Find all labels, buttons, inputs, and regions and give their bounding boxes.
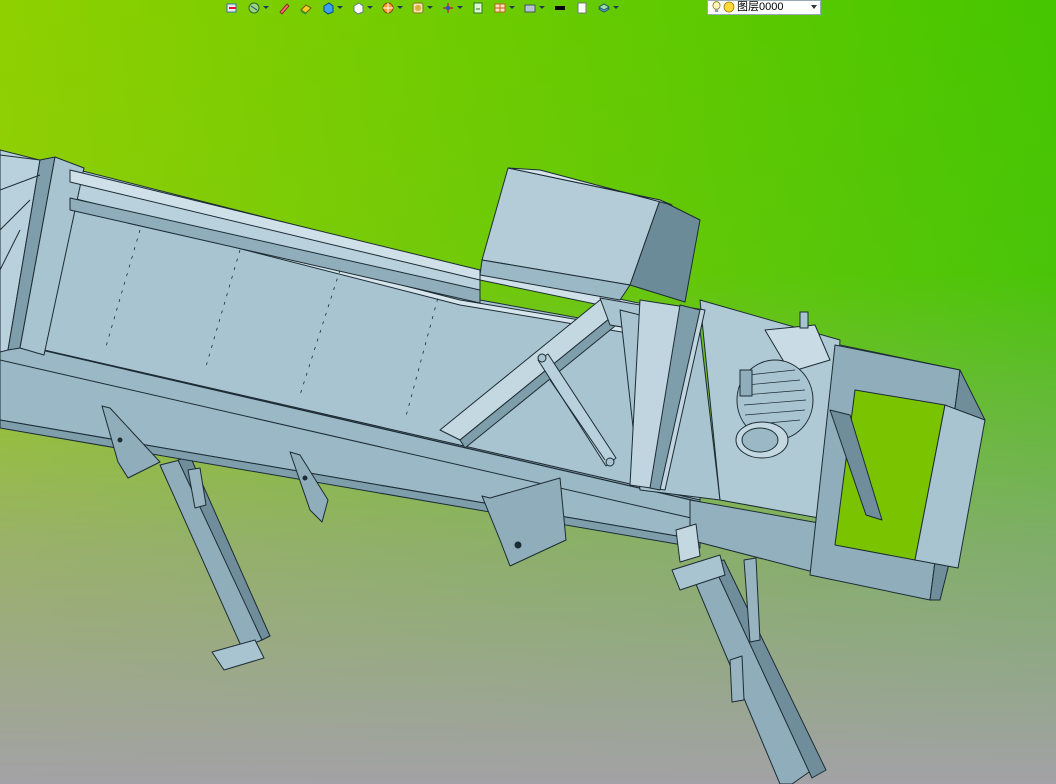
wireframe-cube-icon	[351, 1, 365, 15]
triad-button[interactable]	[440, 1, 468, 15]
hide-show-icon	[523, 1, 537, 15]
line-style-icon	[575, 1, 589, 15]
right-end-frame[interactable]	[809, 344, 986, 601]
pencil-icon	[277, 1, 291, 15]
chevron-down-icon[interactable]	[367, 6, 373, 9]
lightbulb-icon[interactable]	[712, 0, 721, 17]
view-settings-icon	[471, 1, 485, 15]
render-style-button[interactable]	[298, 1, 318, 15]
appearance-icon	[411, 1, 425, 15]
layer-dropdown[interactable]: 图层0000	[707, 0, 821, 15]
render-style-icon	[299, 1, 313, 15]
display-grid-button[interactable]	[492, 1, 520, 15]
chevron-down-icon[interactable]	[427, 6, 433, 9]
view-settings-button[interactable]	[470, 1, 490, 15]
display-grid-icon	[493, 1, 507, 15]
exit-sketch-button[interactable]	[224, 1, 244, 15]
wireframe-cube-button[interactable]	[350, 1, 378, 15]
line-color-button[interactable]	[552, 1, 572, 15]
layers-icon	[597, 1, 611, 15]
conveyor-model[interactable]	[0, 0, 1056, 784]
pencil-button[interactable]	[276, 1, 296, 15]
chevron-down-icon[interactable]	[263, 6, 269, 9]
chevron-down-icon[interactable]	[811, 5, 817, 9]
section-view-button[interactable]	[380, 1, 408, 15]
hide-show-button[interactable]	[522, 1, 550, 15]
chevron-down-icon[interactable]	[613, 6, 619, 9]
support-leg-front[interactable]	[689, 557, 827, 784]
exit-sketch-icon	[225, 1, 239, 15]
view-orient-button[interactable]	[246, 1, 274, 15]
support-leg-rear[interactable]	[159, 455, 271, 671]
chevron-down-icon[interactable]	[337, 6, 343, 9]
view-toolbar	[224, 0, 626, 15]
line-style-button[interactable]	[574, 1, 594, 15]
appearance-button[interactable]	[410, 1, 438, 15]
chevron-down-icon[interactable]	[457, 6, 463, 9]
view-orient-icon	[247, 1, 261, 15]
section-view-icon	[381, 1, 395, 15]
triad-icon	[441, 1, 455, 15]
chevron-down-icon[interactable]	[397, 6, 403, 9]
shaded-cube-icon	[321, 1, 335, 15]
line-color-icon	[553, 1, 567, 15]
chevron-down-icon[interactable]	[509, 6, 515, 9]
shaded-cube-button[interactable]	[320, 1, 348, 15]
layer-name: 图层0000	[737, 1, 784, 13]
layers-button[interactable]	[596, 1, 624, 15]
chevron-down-icon[interactable]	[539, 6, 545, 9]
sun-icon[interactable]	[723, 0, 735, 17]
graphics-viewport[interactable]	[0, 0, 1056, 784]
